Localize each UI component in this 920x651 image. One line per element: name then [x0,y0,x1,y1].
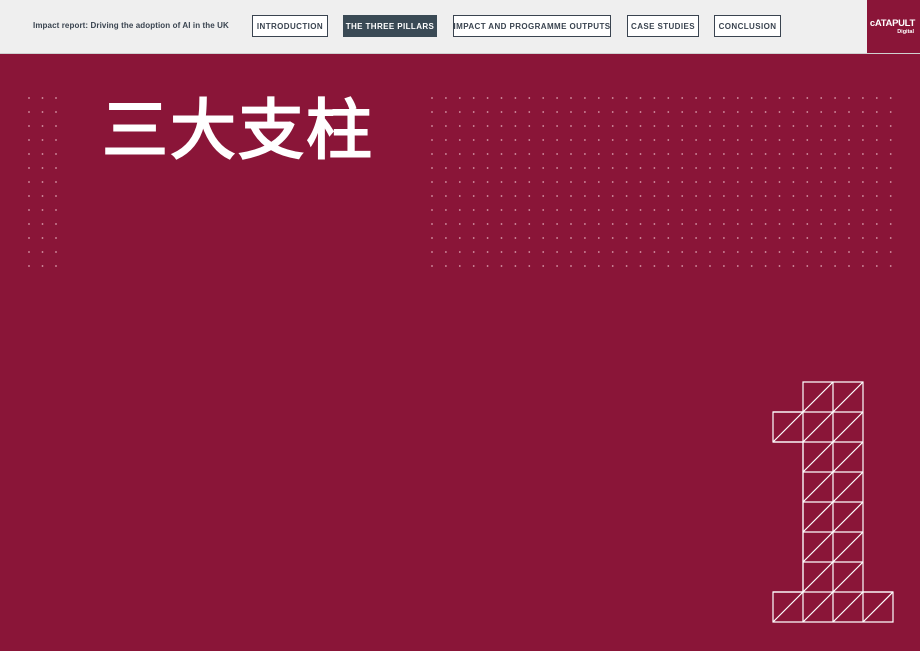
number-one-triangle-grid-icon [772,381,894,623]
